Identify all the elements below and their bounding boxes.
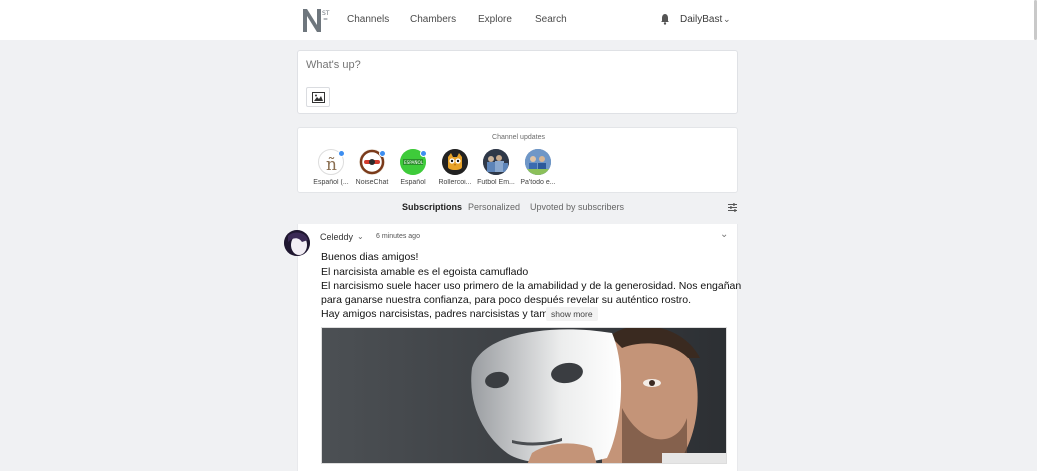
- site-logo[interactable]: ST =: [301, 5, 333, 35]
- show-more-button[interactable]: show more: [546, 307, 598, 321]
- avatar[interactable]: [284, 230, 310, 256]
- post-text-line: para ganarse nuestra confianza, para poc…: [321, 294, 692, 306]
- post-text-line: Hay amigos narcisistas, padres narcisist…: [321, 308, 557, 320]
- chevron-down-icon[interactable]: ⌄: [357, 232, 364, 241]
- post-author[interactable]: Celeddy: [320, 232, 353, 242]
- channel-label: Español: [400, 179, 426, 186]
- tab-upvoted-by-subscribers[interactable]: Upvoted by subscribers: [530, 202, 624, 212]
- channel-updates-panel: Channel updates ñ Español (... NoiseChat…: [297, 127, 738, 193]
- post-text-line: El narcisismo suele hacer uso primero de…: [321, 280, 742, 292]
- post-text-line: Buenos dias amigos!: [321, 251, 419, 263]
- nav-explore[interactable]: Explore: [478, 14, 512, 25]
- svg-text:=: =: [323, 16, 328, 23]
- top-navigation-bar: ST = Channels Chambers Explore Search Da…: [0, 0, 1037, 40]
- unread-dot: [338, 150, 345, 157]
- owl-icon: [442, 149, 468, 175]
- filter-settings-icon[interactable]: [728, 203, 737, 212]
- add-image-button[interactable]: [306, 87, 330, 107]
- unread-dot: [379, 150, 386, 157]
- tab-subscriptions[interactable]: Subscriptions: [402, 202, 462, 212]
- channel-label: Español (...: [313, 179, 349, 186]
- channel-label: NoiseChat: [355, 179, 389, 186]
- nav-search[interactable]: Search: [535, 14, 567, 25]
- whats-up-input[interactable]: [306, 59, 706, 71]
- chevron-down-icon[interactable]: ⌄: [723, 14, 731, 25]
- channel-label: Rollercoi...: [438, 179, 472, 186]
- unread-dot: [420, 150, 427, 157]
- post-image-mask-photo[interactable]: [321, 327, 727, 464]
- user-menu-name[interactable]: DailyBast: [680, 14, 722, 25]
- nav-chambers[interactable]: Chambers: [410, 14, 456, 25]
- image-icon: [312, 92, 325, 103]
- tab-personalized[interactable]: Personalized: [468, 202, 520, 212]
- post-options-chevron-icon[interactable]: ⌄: [720, 229, 728, 240]
- football-team-icon: [483, 149, 509, 175]
- bell-icon[interactable]: [660, 13, 670, 25]
- svg-text:ESPAÑOL: ESPAÑOL: [404, 160, 424, 165]
- channel-label: Pa'todo e...: [520, 179, 556, 186]
- channel-updates-title: Channel updates: [492, 134, 545, 141]
- svg-text:ñ: ñ: [326, 155, 337, 175]
- nav-channels[interactable]: Channels: [347, 14, 389, 25]
- post-timestamp[interactable]: 6 minutes ago: [376, 233, 420, 240]
- post-text-line: El narcisista amable es el egoista camuf…: [321, 266, 529, 278]
- post-composer: [297, 50, 738, 114]
- channel-label: Futbol Em...: [477, 179, 515, 186]
- group-photo-icon: [525, 149, 551, 175]
